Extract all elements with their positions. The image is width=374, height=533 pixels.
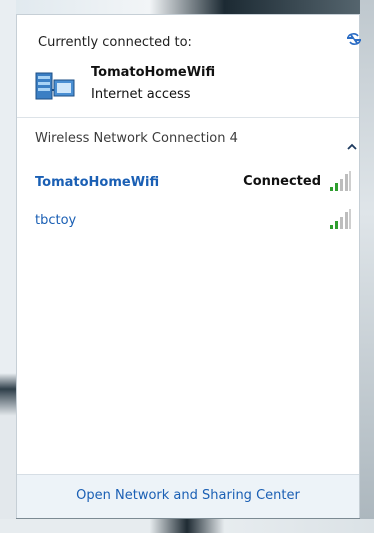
wifi-signal-icon xyxy=(328,169,352,193)
network-row-tbctoy[interactable]: tbctoy xyxy=(17,205,359,237)
connected-network-name: TomatoHomeWifi xyxy=(91,65,216,80)
section-divider xyxy=(17,117,359,118)
network-flyout-panel: Currently connected to: TomatoHomeWifi I… xyxy=(16,14,361,518)
frame-right-edge xyxy=(360,0,374,533)
wireless-group-header[interactable]: Wireless Network Connection 4 xyxy=(17,121,359,151)
currently-connected-label: Currently connected to: xyxy=(38,35,192,50)
wireless-group-label: Wireless Network Connection 4 xyxy=(35,131,238,146)
connected-network-status: Internet access xyxy=(91,87,191,102)
connected-section: Currently connected to: TomatoHomeWifi I… xyxy=(17,15,361,117)
wifi-signal-icon xyxy=(328,207,352,231)
open-network-sharing-center-link[interactable]: Open Network and Sharing Center xyxy=(17,488,359,503)
network-name[interactable]: TomatoHomeWifi xyxy=(35,175,159,190)
chevron-up-icon[interactable] xyxy=(347,136,357,150)
network-computer-icon xyxy=(35,70,75,102)
network-row-tomatohomewifi[interactable]: TomatoHomeWifi Connected xyxy=(17,167,359,199)
frame-bottom-edge xyxy=(0,519,374,533)
refresh-icon[interactable] xyxy=(344,29,364,49)
footer-bar: Open Network and Sharing Center xyxy=(17,474,359,518)
network-name[interactable]: tbctoy xyxy=(35,213,76,228)
frame-top-edge xyxy=(0,0,374,14)
frame-left-edge xyxy=(0,0,16,533)
network-connected-status: Connected xyxy=(243,174,321,189)
